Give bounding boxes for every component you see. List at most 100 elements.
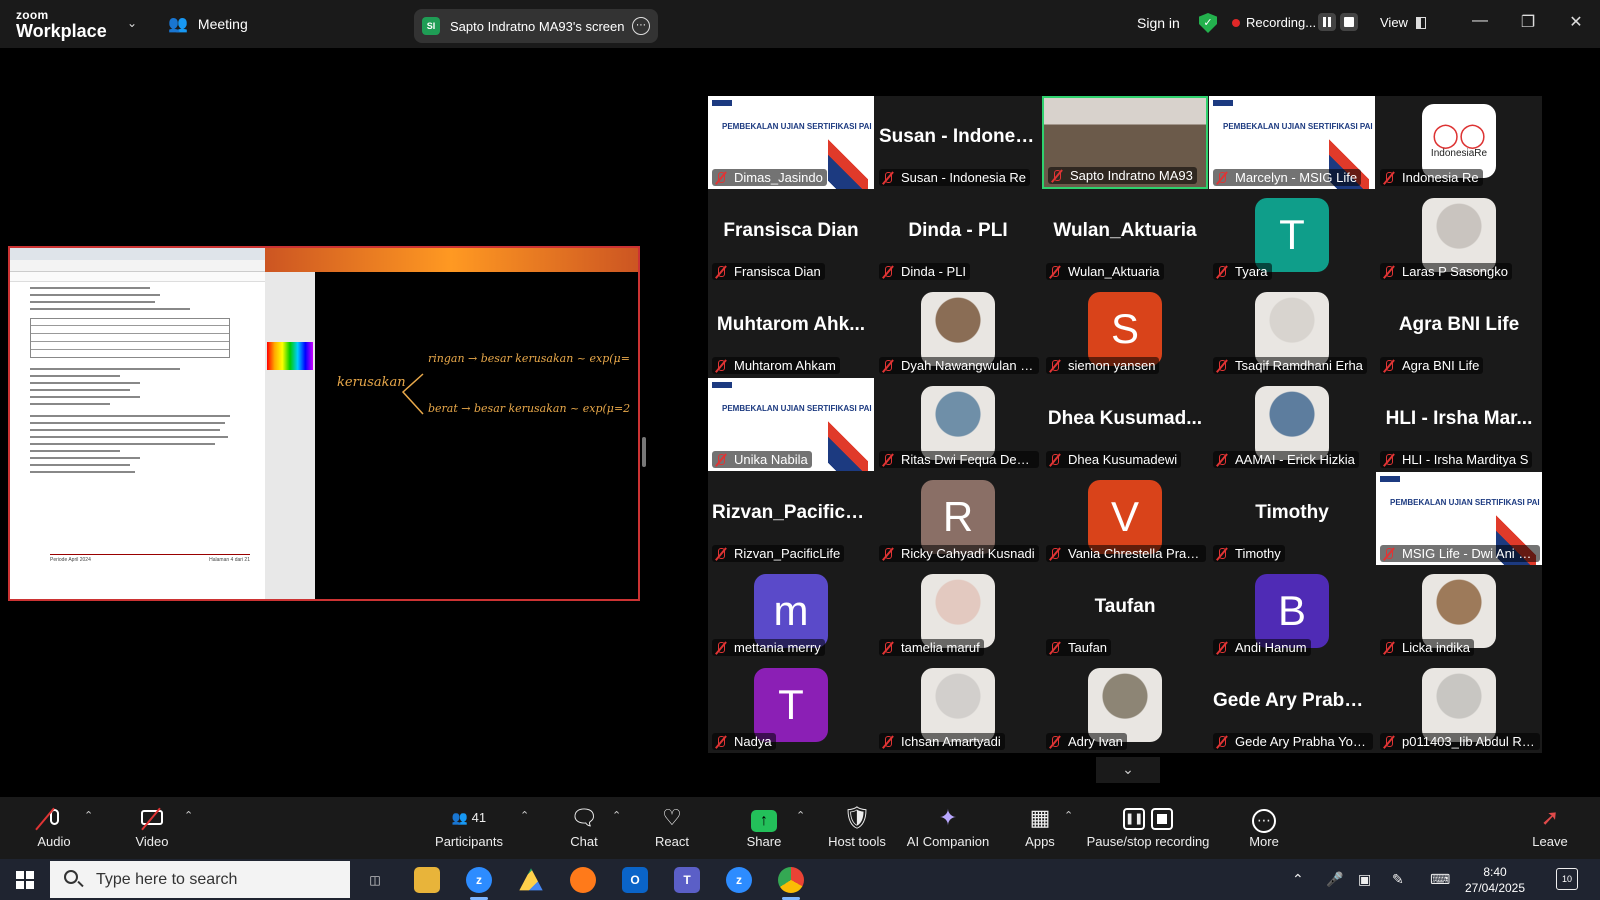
firefox-icon[interactable] xyxy=(570,867,596,893)
participant-tile[interactable]: HLI - Irsha Mar... HLI - Irsha Marditya S xyxy=(1376,378,1542,471)
participant-name: Ichsan Amartyadi xyxy=(901,734,1001,749)
participant-tile[interactable]: Dinda - PLI Dinda - PLI xyxy=(875,190,1041,283)
host-tools-button[interactable]: 🛡 Host tools xyxy=(824,805,890,849)
recording-indicator[interactable]: Recording... xyxy=(1232,15,1316,30)
sign-in-link[interactable]: Sign in xyxy=(1137,15,1180,31)
participant-tile[interactable]: V Vania Chrestella Pranata xyxy=(1042,472,1208,565)
chat-button[interactable]: 🗨 Chat xyxy=(566,805,602,849)
windows-start-icon[interactable] xyxy=(16,871,34,889)
participant-tile[interactable]: Ichsan Amartyadi xyxy=(875,660,1041,753)
share-caret-icon[interactable]: ⌃ xyxy=(796,809,805,822)
participant-tile[interactable]: Wulan_Aktuaria Wulan_Aktuaria xyxy=(1042,190,1208,283)
participant-tile[interactable]: Rizvan_PacificLife Rizvan_PacificLife xyxy=(708,472,874,565)
tray-expand-icon[interactable]: ⌃ xyxy=(1292,871,1304,888)
chevron-down-icon[interactable]: ⌄ xyxy=(127,16,137,30)
participant-tile[interactable]: Agra BNI Life Agra BNI Life xyxy=(1376,284,1542,377)
participant-tile[interactable]: tamelia maruf xyxy=(875,566,1041,659)
more-button[interactable]: ⋯ More xyxy=(1246,805,1282,849)
apps-caret-icon[interactable]: ⌃ xyxy=(1064,809,1073,822)
doc-text-line xyxy=(30,301,155,303)
notification-center-icon[interactable]: 10 xyxy=(1556,868,1578,890)
zoom-app-icon[interactable]: z xyxy=(466,867,492,900)
participant-photo xyxy=(1255,292,1329,366)
view-button[interactable]: View xyxy=(1380,15,1426,30)
participant-name-label: MSIG Life - Dwi Ani Ha... xyxy=(1380,545,1540,562)
participant-tile[interactable]: Laras P Sasongko xyxy=(1376,190,1542,283)
ai-companion-button[interactable]: ✦ AI Companion xyxy=(904,805,992,849)
participant-tile[interactable]: ◯◯ IndonesiaRe Indonesia Re xyxy=(1376,96,1542,189)
participant-tile[interactable]: Timothy Timothy xyxy=(1209,472,1375,565)
doc-text-line xyxy=(30,471,135,473)
participant-tile[interactable]: Gede Ary Prabh... Gede Ary Prabha Yoges..… xyxy=(1209,660,1375,753)
outlook-icon[interactable]: O xyxy=(622,867,648,893)
google-drive-icon[interactable] xyxy=(519,868,543,891)
apps-button[interactable]: ▦ Apps xyxy=(1024,805,1056,849)
mic-muted-icon xyxy=(1215,359,1229,373)
stop-recording-button[interactable] xyxy=(1340,13,1358,31)
tray-pen-icon[interactable]: ✎ xyxy=(1392,871,1404,888)
participant-tile[interactable]: Tsaqif Ramdhani Erha xyxy=(1209,284,1375,377)
chat-caret-icon[interactable]: ⌃ xyxy=(612,809,621,822)
shared-screen[interactable]: Periode April 2024 Halaman 4 dari 21 ker… xyxy=(8,246,640,601)
participants-button[interactable]: 👥 41 Participants xyxy=(432,805,506,849)
participant-tile[interactable]: m mettania merry xyxy=(708,566,874,659)
participant-tile[interactable]: T Tyara xyxy=(1209,190,1375,283)
leave-button[interactable]: ➚ Leave xyxy=(1532,805,1568,849)
participant-tile[interactable]: Ritas Dwi Fequa Dewa... xyxy=(875,378,1041,471)
participant-tile[interactable]: R Ricky Cahyadi Kusnadi xyxy=(875,472,1041,565)
participant-name-label: Dinda - PLI xyxy=(879,263,971,280)
video-options-caret-icon[interactable]: ⌃ xyxy=(184,809,193,822)
participant-tile[interactable]: PEMBEKALAN UJIAN SERTIFIKASI PAI Unika Na… xyxy=(708,378,874,471)
participant-tile[interactable]: Ssiemon yansen xyxy=(1042,284,1208,377)
participant-tile[interactable]: Licka indika xyxy=(1376,566,1542,659)
share-button[interactable]: ↑ Share xyxy=(744,805,784,849)
search-icon xyxy=(64,870,78,884)
audio-options-caret-icon[interactable]: ⌃ xyxy=(84,809,93,822)
participant-name: Gede Ary Prabha Yoges... xyxy=(1235,734,1369,749)
tray-mic-icon[interactable]: 🎤 xyxy=(1326,871,1343,888)
more-options-icon[interactable]: ⋯ xyxy=(632,17,650,35)
participant-tile[interactable]: Sapto Indratno MA93 xyxy=(1042,96,1208,189)
participant-tile[interactable]: Fransisca Dian Fransisca Dian xyxy=(708,190,874,283)
close-icon[interactable]: ✕ xyxy=(1564,12,1588,32)
tray-keyboard-icon[interactable]: ⌨ xyxy=(1430,871,1450,888)
pause-recording-button[interactable] xyxy=(1318,13,1336,31)
task-view-icon[interactable]: ◫ xyxy=(362,867,388,893)
participant-tile[interactable]: PEMBEKALAN UJIAN SERTIFIKASI PAI Dimas_Ja… xyxy=(708,96,874,189)
participant-tile[interactable]: p011403_Iib Abdul Rok... xyxy=(1376,660,1542,753)
audio-button[interactable]: Audio xyxy=(34,805,74,849)
participant-tile[interactable]: Dyah Nawangwulan Sa... xyxy=(875,284,1041,377)
participant-tile[interactable]: Dhea Kusumad... Dhea Kusumadewi xyxy=(1042,378,1208,471)
participant-tile[interactable]: PEMBEKALAN UJIAN SERTIFIKASI PAI MSIG Lif… xyxy=(1376,472,1542,565)
meeting-tab[interactable]: 👥 Meeting xyxy=(168,14,248,34)
chrome-icon[interactable] xyxy=(778,867,804,900)
restore-icon[interactable]: ❐ xyxy=(1516,12,1540,32)
react-button[interactable]: ♡ React xyxy=(652,805,692,849)
video-button[interactable]: Video xyxy=(130,805,174,849)
taskbar-search-box[interactable]: Type here to search xyxy=(50,861,350,898)
taskbar-clock[interactable]: 8:40 27/04/2025 xyxy=(1460,864,1530,896)
participant-tile[interactable]: AAMAI - Erick Hizkia xyxy=(1209,378,1375,471)
file-explorer-icon[interactable] xyxy=(414,867,440,893)
participant-tile[interactable]: PEMBEKALAN UJIAN SERTIFIKASI PAI Marcelyn… xyxy=(1209,96,1375,189)
screen-share-pill[interactable]: SI Sapto Indratno MA93's screen ⋯ xyxy=(414,9,658,43)
participant-tile[interactable]: B Andi Hanum xyxy=(1209,566,1375,659)
participant-tile[interactable]: Muhtarom Ahk... Muhtarom Ahkam xyxy=(708,284,874,377)
participant-display-name: Muhtarom Ahk... xyxy=(716,314,866,335)
participants-caret-icon[interactable]: ⌃ xyxy=(520,809,529,822)
participant-tile[interactable]: Taufan Taufan xyxy=(1042,566,1208,659)
shield-check-icon[interactable]: ✓ xyxy=(1199,13,1217,33)
participant-tile[interactable]: Susan - Indones... Susan - Indonesia Re xyxy=(875,96,1041,189)
split-view-handle[interactable] xyxy=(642,437,646,467)
gallery-scroll-down-icon[interactable]: ⌄ xyxy=(1096,757,1160,783)
tray-display-icon[interactable]: ▣ xyxy=(1358,871,1371,888)
participant-tile[interactable]: T Nadya xyxy=(708,660,874,753)
participant-tile[interactable]: Adry Ivan xyxy=(1042,660,1208,753)
zoom-meeting-icon[interactable]: z xyxy=(726,867,752,893)
minimize-icon[interactable]: — xyxy=(1468,12,1492,30)
teams-icon[interactable]: T xyxy=(674,867,700,893)
participant-name: Dinda - PLI xyxy=(901,264,967,279)
pause-stop-recording-button[interactable]: ❚❚ Pause/stop recording xyxy=(1086,805,1210,849)
ink-branch-ringan: ringan → besar kerusakan ~ exp(μ=1) xyxy=(428,352,630,365)
zoom-logo[interactable]: zoom Workplace xyxy=(16,9,107,40)
